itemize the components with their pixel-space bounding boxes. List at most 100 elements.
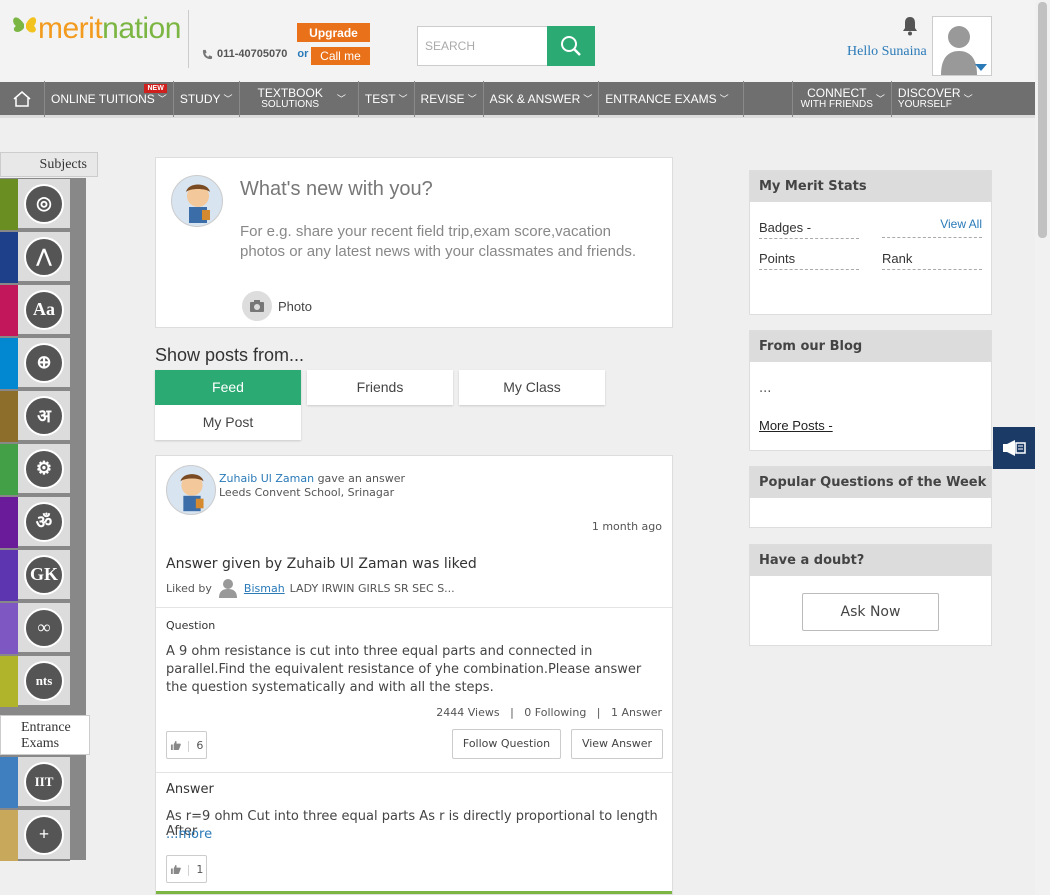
greeting-text[interactable]: Hello Sunaina [847,44,927,60]
liker-name-link[interactable]: Bismah [244,582,285,595]
subject-tile[interactable]: ⚙ [0,444,70,495]
english-icon: Aa [24,289,64,330]
cartoon-boy-icon [180,474,204,512]
liked-by-prefix: Liked by [166,581,212,595]
user-silhouette-icon [218,579,237,598]
photo-button[interactable]: Photo [242,291,312,321]
author-school: Leeds Convent School, Srinagar [219,486,395,499]
feedback-megaphone-button[interactable] [993,427,1035,469]
hindi-icon: अ [24,395,64,436]
gk-icon: GK [24,554,64,595]
blog-title: From our Blog [750,331,991,362]
nav-home[interactable] [0,80,45,117]
chevron-down-icon: ﹀ [963,94,973,104]
author-avatar[interactable] [166,465,216,515]
butterfly-logo-icon [13,17,37,33]
nav-discover[interactable]: DISCOVER YOURSELF ﹀ [892,81,979,117]
tab-feed[interactable]: Feed [155,370,301,405]
subject-tile[interactable]: ⊕ [0,338,70,389]
nav-discover-line2: YOURSELF [897,98,952,110]
call-me-button[interactable]: Call me [311,47,370,65]
view-all-link[interactable]: View All [940,217,982,231]
subject-color-stripe [0,603,18,654]
nav-connect[interactable]: CONNECT WITH FRIENDS ﹀ [791,80,892,117]
nav-entrance-exams-label: ENTRANCE EXAMS [605,91,717,106]
composer-avatar [171,175,223,227]
nav-online-tuitions[interactable]: ONLINE TUITIONS ﹀ NEW [45,80,174,117]
subject-color-stripe [0,391,18,442]
subject-color-stripe [0,757,18,808]
composer-title[interactable]: What's new with you? [240,178,433,201]
nav-ask-answer[interactable]: ASK & ANSWER ﹀ [484,80,600,117]
liker-school: LADY IRWIN GIRLS SR SEC S... [289,581,455,595]
doubt-widget: Have a doubt? Ask Now [749,544,992,646]
nav-entrance-exams[interactable]: ENTRANCE EXAMS ﹀ [599,80,744,117]
nav-textbook-solutions[interactable]: TEXTBOOK SOLUTIONS ﹀ [240,80,359,117]
subject-color-stripe [0,656,18,707]
nav-connect-line2: WITH FRIENDS [800,98,873,110]
nav-discover-line1: DISCOVER [897,85,961,100]
subject-tile[interactable]: ◎ [0,179,70,230]
question-text[interactable]: A 9 ohm resistance is cut into three equ… [166,643,666,697]
chevron-down-icon: ﹀ [875,94,885,104]
avatar-dropdown-icon[interactable] [975,64,987,71]
subject-color-stripe [0,810,18,861]
subjects-label: Subjects [0,152,98,177]
nav-test[interactable]: TEST ﹀ [359,80,415,117]
chevron-down-icon: ﹀ [719,94,729,104]
user-avatar[interactable] [932,16,992,76]
entrance-exams-label: Entrance Exams [0,715,90,755]
or-text: or [297,48,309,60]
subject-tile[interactable]: ∞ [0,603,70,654]
question-like-button[interactable]: | 6 [166,731,207,759]
blog-widget: From our Blog ... More Posts - [749,330,992,451]
ask-now-button[interactable]: Ask Now [802,593,939,631]
subject-tile[interactable]: GK [0,550,70,601]
iit-icon: IIT [24,761,64,802]
popular-questions-title: Popular Questions of the Week [750,467,991,498]
subject-color-stripe [0,444,18,495]
page-scrollbar[interactable] [1035,0,1050,895]
subject-tile[interactable]: Aa [0,285,70,336]
main-navigation: ONLINE TUITIONS ﹀ NEW STUDY ﹀ TEXTBOOK SOLUT… [0,80,1035,118]
subject-tile[interactable]: + [0,810,70,861]
read-more-link[interactable]: ...more [166,827,212,842]
photo-label: Photo [278,298,312,314]
chevron-down-icon: ﹀ [336,94,346,104]
subject-tile[interactable]: nts [0,656,70,707]
nav-connect-line1: CONNECT [807,85,867,100]
header-divider [188,10,189,68]
card-accent-bar [156,891,672,894]
chevron-down-icon: ﹀ [157,94,167,104]
nav-revise[interactable]: REVISE ﹀ [415,80,484,117]
subject-color-stripe [0,232,18,283]
tab-friends[interactable]: Friends [307,370,453,405]
badges-value-line [882,237,982,238]
liked-by: Liked by Bismah LADY IRWIN GIRLS SR SEC … [166,578,455,598]
scrollbar-thumb[interactable] [1038,2,1047,238]
nav-test-label: TEST [364,91,396,106]
upgrade-button[interactable]: Upgrade [297,23,370,42]
author-name-link[interactable]: Zuhaib Ul Zaman [219,472,314,485]
subject-tile[interactable]: ⋀ [0,232,70,283]
notification-bell-icon[interactable] [901,16,919,36]
meritnation-logo[interactable]: meritnation [10,6,185,46]
megaphone-icon [1003,440,1026,456]
cartoon-boy-icon [186,184,210,223]
question-stats: 2444 Views | 0 Following | 1 Answer [436,706,662,719]
view-answer-button[interactable]: View Answer [571,729,663,759]
tab-my-post[interactable]: My Post [155,405,301,440]
follow-question-button[interactable]: Follow Question [452,729,561,759]
subject-color-stripe [0,338,18,389]
search-input[interactable]: SEARCH [417,26,548,66]
answer-like-button[interactable]: | 1 [166,855,207,883]
more-posts-link[interactable]: More Posts - [759,418,833,433]
nav-study[interactable]: STUDY ﹀ [174,80,240,117]
subject-tile[interactable]: अ [0,391,70,442]
subject-tile[interactable]: IIT [0,757,70,808]
rank-label: Rank [882,251,982,270]
subject-tile[interactable]: ॐ [0,497,70,548]
tab-my-class[interactable]: My Class [459,370,605,405]
doubt-title: Have a doubt? [750,545,991,576]
search-button[interactable] [547,26,595,66]
